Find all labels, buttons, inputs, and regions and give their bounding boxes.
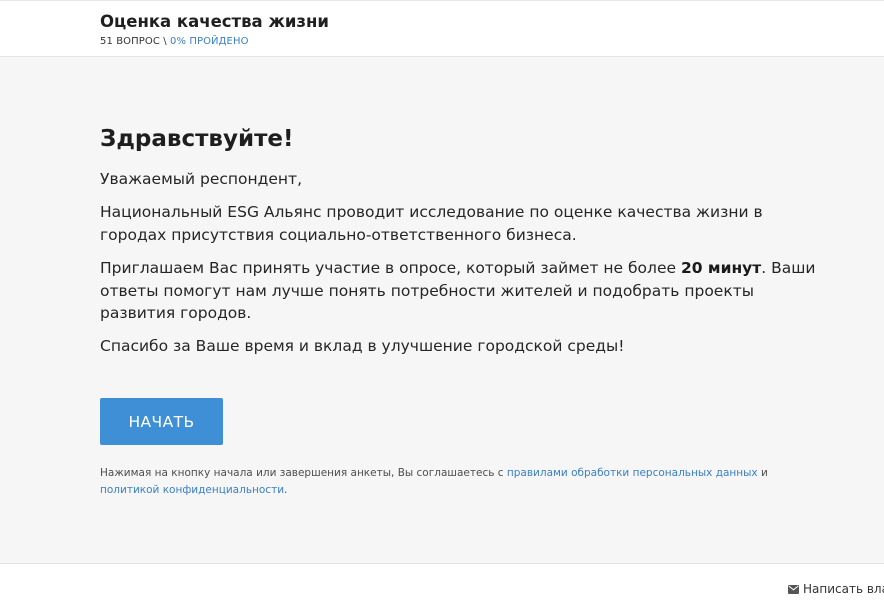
personal-data-rules-link[interactable]: правилами обработки персональных данных [507,467,758,479]
survey-intro-panel: Здравствуйте! Уважаемый респондент, Наци… [0,57,884,564]
meta-separator: \ [159,36,170,47]
survey-title: Оценка качества жизни [100,12,329,31]
survey-header: Оценка качества жизни 51 ВОПРОС \ 0% ПРО… [0,0,884,57]
write-message-label: Написать вла [803,582,884,596]
consent-notice: Нажимая на кнопку начала или завершения … [100,465,820,498]
survey-duration: 20 минут [680,259,762,277]
greeting-heading: Здравствуйте! [100,126,294,152]
start-survey-button[interactable]: НАЧАТЬ [100,398,223,445]
write-message-link[interactable]: Написать вла [788,582,884,596]
consent-text-middle: и [757,467,768,479]
mail-icon [788,584,799,594]
privacy-policy-link[interactable]: политикой конфиденциальности [100,484,284,496]
consent-text-start: Нажимая на кнопку начала или завершения … [100,467,507,479]
consent-text-end: . [284,483,288,496]
research-description: Национальный ESG Альянс проводит исследо… [100,203,763,244]
invitation-text: Приглашаем Вас принять участие в опросе,… [100,257,820,325]
thanks-text: Спасибо за Ваше время и вклад в улучшени… [100,337,625,355]
salutation-text: Уважаемый респондент, [100,170,302,188]
question-count: 51 ВОПРОС [100,36,160,47]
survey-meta: 51 ВОПРОС \ 0% ПРОЙДЕНО [100,36,249,47]
progress-status: 0% ПРОЙДЕНО [169,36,249,47]
invitation-text-start: Приглашаем Вас принять участие в опросе,… [100,259,681,277]
page-footer: Написать вла [0,564,884,601]
